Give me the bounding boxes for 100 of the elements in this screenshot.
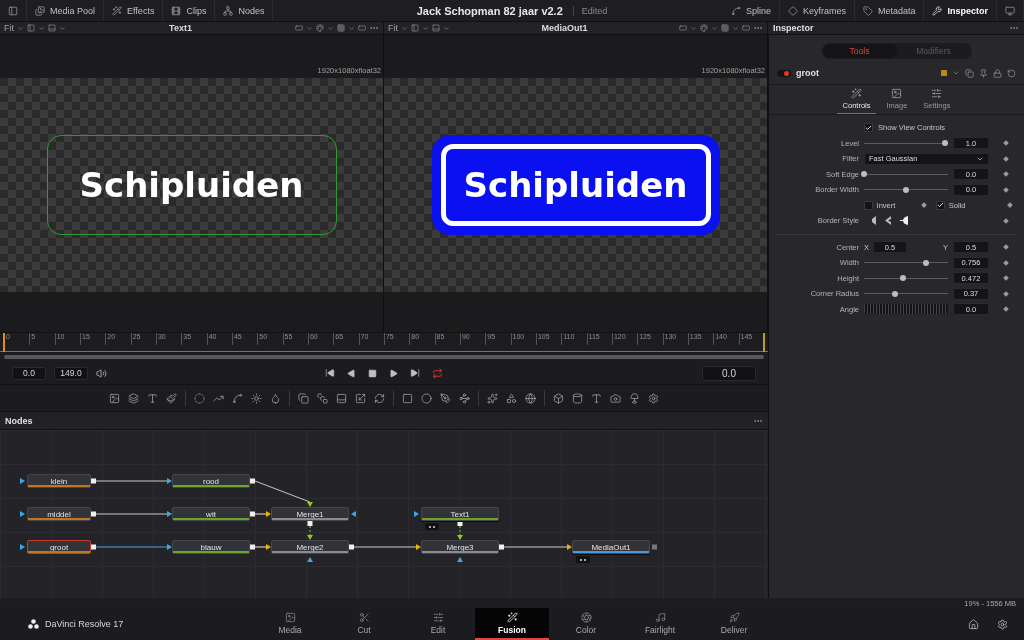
image-icon[interactable] xyxy=(109,392,120,404)
toolbar-button[interactable]: Keyframes xyxy=(779,0,855,21)
panel-icon[interactable] xyxy=(48,24,56,32)
loop-icon[interactable] xyxy=(432,367,443,379)
chevron-down-icon[interactable] xyxy=(401,24,408,32)
toolbar-button[interactable]: Effects xyxy=(104,0,164,21)
keyframe-icon[interactable] xyxy=(1003,171,1009,178)
resize-icon[interactable] xyxy=(355,392,366,404)
graph-node[interactable]: klein xyxy=(27,474,91,488)
slider-thumb[interactable] xyxy=(892,290,899,297)
fit-dropdown[interactable]: Fit xyxy=(4,23,14,33)
globe-icon[interactable] xyxy=(525,392,536,404)
panel-icon[interactable] xyxy=(411,24,419,32)
toolbar-button[interactable]: Inspector xyxy=(924,0,997,21)
text-3d-icon[interactable] xyxy=(591,392,602,404)
gear-icon[interactable] xyxy=(648,392,659,404)
circle-icon[interactable] xyxy=(421,392,432,404)
page-tab[interactable]: Edit xyxy=(401,608,475,640)
timeline-scrollbar[interactable] xyxy=(4,355,764,359)
rectangle-icon[interactable] xyxy=(295,24,303,32)
chevron-down-icon[interactable] xyxy=(690,24,697,32)
keyframe-icon[interactable] xyxy=(1003,244,1009,251)
panel-toggle-icon[interactable] xyxy=(8,5,18,16)
play-reverse-icon[interactable] xyxy=(347,368,356,378)
chevron-down-icon[interactable] xyxy=(443,24,450,32)
waypoints-icon[interactable] xyxy=(459,392,470,404)
keyframe-icon[interactable] xyxy=(1007,202,1013,208)
page-tab[interactable]: Fusion xyxy=(475,608,549,640)
graph-node[interactable]: Merge1 xyxy=(271,507,349,521)
graph-node[interactable]: blauw xyxy=(172,540,250,554)
chevron-down-icon[interactable] xyxy=(952,69,960,77)
keyframe-icon[interactable] xyxy=(921,202,927,208)
toolbar-button[interactable]: Clips xyxy=(163,0,216,21)
lamp-icon[interactable] xyxy=(629,392,640,404)
camera-icon[interactable] xyxy=(610,392,621,404)
graph-node[interactable]: Merge2 xyxy=(271,540,349,554)
rectangle-icon[interactable] xyxy=(742,24,750,32)
bevel-style-icon[interactable] xyxy=(870,216,877,226)
page-tab[interactable]: Deliver xyxy=(697,608,771,640)
chevron-down-icon[interactable] xyxy=(711,24,718,32)
slider-thumb[interactable] xyxy=(942,140,949,147)
page-tab[interactable]: Cut xyxy=(327,608,401,640)
keyframe-icon[interactable] xyxy=(1003,140,1009,147)
current-frame-field[interactable]: 0.0 xyxy=(702,365,756,381)
panel-icon[interactable] xyxy=(27,24,35,32)
skip-back-icon[interactable] xyxy=(325,368,335,378)
chevron-down-icon[interactable] xyxy=(422,24,429,32)
sun-icon[interactable] xyxy=(251,392,262,404)
chevron-down-icon[interactable] xyxy=(732,24,739,32)
chevron-down-icon[interactable] xyxy=(17,24,24,32)
page-tab[interactable]: Fairlight xyxy=(623,608,697,640)
skip-forward-icon[interactable] xyxy=(410,368,420,378)
settings-icon[interactable] xyxy=(997,618,1008,630)
toolbar-button[interactable]: Nodes xyxy=(215,0,274,21)
slider-thumb[interactable] xyxy=(923,259,930,266)
keyframe-icon[interactable] xyxy=(1003,306,1009,313)
viewer-badge[interactable] xyxy=(425,523,439,530)
spline-icon[interactable] xyxy=(232,392,243,404)
keyframe-icon[interactable] xyxy=(1003,259,1009,266)
layers-icon[interactable] xyxy=(128,392,139,404)
slider-thumb[interactable] xyxy=(861,171,867,178)
end-marker[interactable] xyxy=(763,333,765,352)
fit-dropdown[interactable]: Fit xyxy=(388,23,398,33)
pin-icon[interactable] xyxy=(979,68,988,78)
inspector-tab[interactable]: Tools xyxy=(822,44,897,58)
toolbar-button[interactable]: Media Pool xyxy=(27,0,105,21)
keyframe-icon[interactable] xyxy=(1003,275,1009,282)
rectangle-icon[interactable] xyxy=(679,24,687,32)
panel-icon[interactable] xyxy=(336,392,347,404)
text-icon[interactable] xyxy=(147,392,158,404)
lock-icon[interactable] xyxy=(993,68,1002,78)
color-swatch[interactable] xyxy=(941,70,947,76)
copy-icon[interactable] xyxy=(965,68,974,78)
tool-enable-toggle[interactable] xyxy=(777,69,791,77)
chevron-down-icon[interactable] xyxy=(59,24,66,32)
sparkles-icon[interactable] xyxy=(487,392,498,404)
panel-icon[interactable] xyxy=(432,24,440,32)
checkbox[interactable] xyxy=(935,200,945,210)
rectangle-icon[interactable] xyxy=(402,392,413,404)
round-style-icon[interactable] xyxy=(900,216,909,226)
palette-icon[interactable] xyxy=(316,24,324,32)
home-icon[interactable] xyxy=(968,618,979,630)
chevron-down-icon[interactable] xyxy=(348,24,355,32)
paintbrush-icon[interactable] xyxy=(166,392,177,404)
graph-node[interactable]: middel xyxy=(27,507,91,521)
graph-node[interactable]: wit xyxy=(172,507,250,521)
palette-icon[interactable] xyxy=(700,24,708,32)
toolbar-button[interactable]: Spline xyxy=(722,0,780,21)
miter-style-icon[interactable] xyxy=(885,216,892,226)
speaker-icon[interactable] xyxy=(96,367,107,379)
end-frame-field[interactable]: 149.0 xyxy=(54,366,88,380)
checkbox[interactable] xyxy=(864,200,873,210)
graph-node[interactable]: Text1 xyxy=(421,507,499,521)
cube-icon[interactable] xyxy=(553,392,564,404)
viewer-badge[interactable] xyxy=(576,556,590,563)
refresh-icon[interactable] xyxy=(374,392,385,404)
page-tab[interactable]: Color xyxy=(549,608,623,640)
slider-thumb[interactable] xyxy=(903,186,909,193)
graph-node[interactable]: Merge3 xyxy=(421,540,499,554)
shapes-icon[interactable] xyxy=(506,392,517,404)
